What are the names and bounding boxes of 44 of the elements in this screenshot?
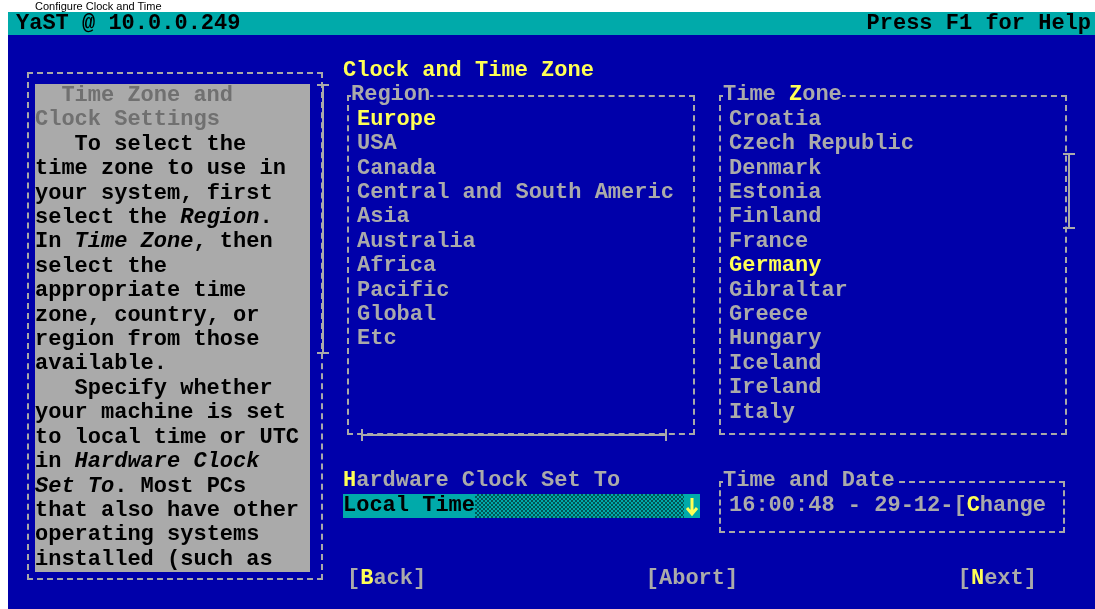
help-heading: Time Zone and Clock Settings: [35, 84, 235, 133]
hardware-clock-dropdown[interactable]: Local Time: [343, 493, 700, 519]
down-arrow-icon: [684, 495, 700, 517]
list-item[interactable]: Gibraltar: [729, 278, 848, 304]
list-item[interactable]: Italy: [729, 400, 795, 426]
list-item[interactable]: USA: [357, 132, 397, 157]
list-item[interactable]: Croatia: [729, 107, 822, 133]
help-paragraph: To select the time zone to use in your system, first select the Region. In Time Zone, then select the appropriate time zone, country, or region from those available.: [35, 132, 287, 377]
list-item[interactable]: Finland: [729, 205, 822, 230]
list-title: Region: [351, 82, 431, 108]
list-item[interactable]: Central and South Americ: [357, 181, 674, 206]
back-button[interactable]: [Back]: [347, 567, 427, 592]
help-hint: Press F1 for Help: [866, 12, 1091, 35]
frame-title: Time and Date: [723, 468, 895, 494]
host-label: YaST @ 10.0.0.249: [16, 12, 241, 35]
window-title: Configure Clock and Time: [34, 0, 163, 12]
list-item[interactable]: Global: [357, 303, 437, 328]
list-item[interactable]: Greece: [729, 303, 809, 328]
list-item[interactable]: Hungary: [729, 327, 822, 352]
list-item[interactable]: Iceland: [729, 351, 822, 377]
list-title: Time Zone: [723, 82, 842, 108]
list-item[interactable]: Europe: [357, 107, 437, 133]
list-item[interactable]: Asia: [357, 205, 410, 230]
list-item[interactable]: Africa: [357, 254, 437, 279]
list-item[interactable]: Germany: [729, 254, 822, 279]
list-item[interactable]: Pacific: [357, 278, 450, 304]
help-paragraph: Specify whether your machine is set to local time or UTC in Hardware Clock Set To. Most PCs that also have other operating systems installed (such as: [35, 376, 300, 572]
list-item[interactable]: Ireland: [729, 376, 822, 401]
abort-button[interactable]: [Abort]: [645, 567, 739, 592]
combo-label: Hardware Clock Set To: [343, 469, 622, 494]
scrollbar[interactable]: [1063, 153, 1075, 230]
time-date-value: 16:00:48 - 29-12-: [729, 493, 954, 519]
list-item[interactable]: Etc: [357, 327, 397, 352]
list-item[interactable]: Estonia: [729, 181, 822, 206]
list-item[interactable]: Australia: [357, 229, 476, 255]
dialog-title: Clock and Time Zone: [343, 59, 595, 84]
list-item[interactable]: Czech Republic: [729, 132, 914, 157]
scrollbar[interactable]: [317, 84, 329, 354]
next-button[interactable]: [Next]: [957, 567, 1037, 592]
list-item[interactable]: Denmark: [729, 156, 822, 181]
change-button[interactable]: [Change: [953, 493, 1046, 519]
list-item[interactable]: France: [729, 229, 809, 255]
scrollbar[interactable]: [361, 429, 667, 442]
list-item[interactable]: Canada: [357, 156, 437, 181]
